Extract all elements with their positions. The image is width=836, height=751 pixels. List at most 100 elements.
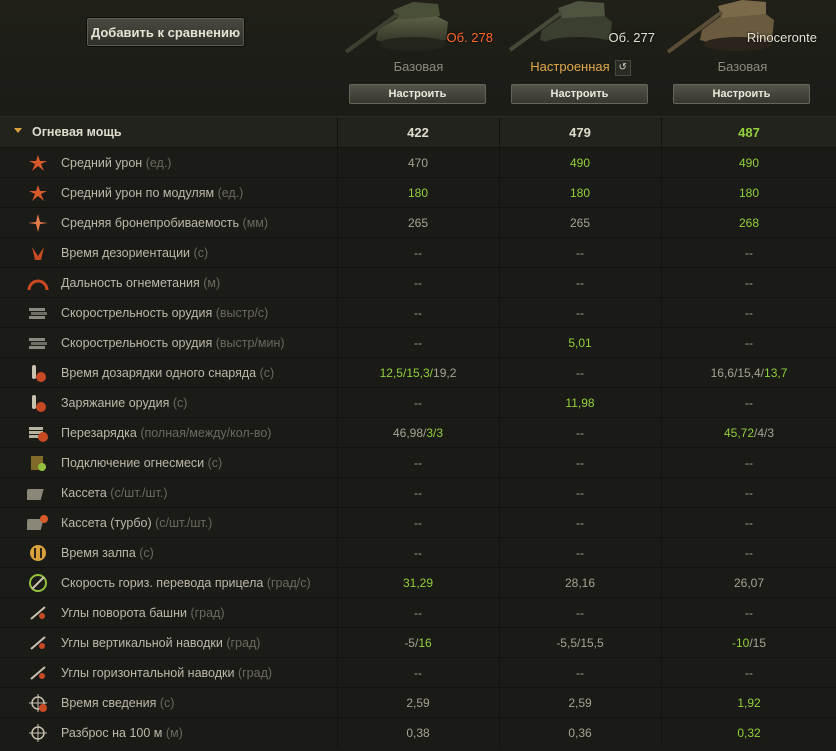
- tune-button[interactable]: Настроить: [349, 84, 486, 104]
- row-label: Скорострельность орудия (выстр/с): [61, 306, 268, 320]
- row-label-text: Разброс на 100 м: [61, 725, 163, 740]
- row-label-text: Заряжание орудия: [61, 395, 170, 410]
- tank-column-2: Об. 277 Настроенная ↺ Настроить: [500, 0, 661, 116]
- row-unit: (выстр/с): [215, 305, 269, 320]
- aim-time-icon: [25, 693, 51, 713]
- row-value: 46,98/3/3: [337, 418, 498, 447]
- row-value: 490: [661, 148, 836, 177]
- row-value: 265: [499, 208, 660, 237]
- section-value: 487: [661, 117, 836, 147]
- row-value: --: [337, 508, 498, 537]
- table-row: Углы поворота башни (град) -- -- --: [0, 597, 836, 627]
- tank-config: Базовая: [393, 59, 444, 74]
- row-label: Средняя бронепробиваемость (мм): [61, 216, 268, 230]
- tune-button[interactable]: Настроить: [511, 84, 648, 104]
- row-value: 12,5/15,3/19,2: [337, 358, 498, 387]
- row-label: Углы вертикальной наводки (град): [61, 636, 260, 650]
- tank-config: Настроенная ↺: [500, 59, 661, 76]
- table-row: Время сведения (с) 2,59 2,59 1,92: [0, 687, 836, 717]
- row-label-cell: Дальность огнеметания (м): [0, 268, 337, 297]
- row-value: --: [661, 538, 836, 567]
- row-value: --: [499, 538, 660, 567]
- row-unit: (град/с): [266, 575, 311, 590]
- row-label: Средний урон по модулям (ед.): [61, 186, 243, 200]
- row-value: --: [661, 298, 836, 327]
- row-unit: (с): [259, 365, 275, 380]
- row-label-cell: Кассета (с/шт./шт.): [0, 478, 337, 507]
- row-label: Заряжание орудия (с): [61, 396, 187, 410]
- row-label: Время дезориентации (с): [61, 246, 208, 260]
- row-value: 2,59: [499, 688, 660, 717]
- row-value: --: [499, 268, 660, 297]
- section-title: Огневая мощь: [32, 125, 122, 139]
- tank-config: Базовая: [717, 59, 768, 74]
- table-row: Углы горизонтальной наводки (град) -- -- -…: [0, 657, 836, 687]
- section-firepower[interactable]: Огневая мощь 422 479 487: [0, 116, 836, 147]
- value-segment: 3/3: [426, 425, 444, 440]
- row-value: 28,16: [499, 568, 660, 597]
- damage-icon: [25, 153, 51, 173]
- row-value: 2,59: [337, 688, 498, 717]
- row-unit: (мм): [242, 215, 269, 230]
- row-unit: (полная/между/кол-во): [140, 425, 272, 440]
- comparison-table: Огневая мощь 422 479 487 Средний урон (е…: [0, 116, 836, 747]
- row-value: --: [499, 298, 660, 327]
- row-value: --: [337, 388, 498, 417]
- table-row: Скорость гориз. перевода прицела (град/с…: [0, 567, 836, 597]
- row-label: Углы горизонтальной наводки (град): [61, 666, 272, 680]
- row-value: --: [337, 238, 498, 267]
- value-segment: -5/: [404, 635, 419, 650]
- row-value: --: [661, 448, 836, 477]
- row-value: --: [661, 598, 836, 627]
- add-to-comparison-button[interactable]: Добавить к сравнению: [87, 18, 244, 46]
- row-value: --: [337, 328, 498, 357]
- table-row: Время дозарядки одного снаряда (с) 12,5/…: [0, 357, 836, 387]
- row-label: Кассета (турбо) (с/шт./шт.): [61, 516, 212, 530]
- row-label-text: Время сведения: [61, 695, 157, 710]
- row-label-cell: Перезарядка (полная/между/кол-во): [0, 418, 337, 447]
- table-row: Заряжание орудия (с) -- 11,98 --: [0, 387, 836, 417]
- value-segment: /15: [749, 635, 767, 650]
- row-value: 0,36: [499, 718, 660, 747]
- row-unit: (с): [159, 695, 175, 710]
- row-value: --: [661, 508, 836, 537]
- comparison-header: Добавить к сравнению Об. 278 Базовая Нас…: [0, 0, 836, 116]
- row-label-cell: Скорость гориз. перевода прицела (град/с…: [0, 568, 337, 597]
- elevation-icon: [25, 633, 51, 653]
- row-value: 16,6/15,4/13,7: [661, 358, 836, 387]
- row-label: Скорострельность орудия (выстр/мин): [61, 336, 285, 350]
- row-label-cell: Средний урон (ед.): [0, 148, 337, 177]
- chevron-down-icon[interactable]: [14, 128, 22, 133]
- row-unit: (град): [190, 605, 225, 620]
- tune-button[interactable]: Настроить: [673, 84, 810, 104]
- row-label-cell: Время залпа (с): [0, 538, 337, 567]
- row-value: 1,92: [661, 688, 836, 717]
- row-label: Разброс на 100 м (м): [61, 726, 183, 740]
- row-label-cell: Время сведения (с): [0, 688, 337, 717]
- row-label-text: Скорострельность орудия: [61, 335, 213, 350]
- row-label: Кассета (с/шт./шт.): [61, 486, 168, 500]
- row-value: --: [661, 478, 836, 507]
- row-value: --: [661, 328, 836, 357]
- loading-icon: [25, 393, 51, 413]
- row-value: --: [661, 658, 836, 687]
- table-row: Скорострельность орудия (выстр/с) -- -- --: [0, 297, 836, 327]
- row-value: 31,29: [337, 568, 498, 597]
- row-value: --: [499, 478, 660, 507]
- reset-config-icon[interactable]: ↺: [614, 59, 631, 76]
- value-segment: 12,5/15,3/: [379, 365, 434, 380]
- row-unit: (с): [207, 455, 223, 470]
- value-segment: 19,2: [433, 365, 457, 380]
- row-label-text: Время дозарядки одного снаряда: [61, 365, 257, 380]
- row-unit: (с/шт./шт.): [110, 485, 168, 500]
- row-value: 180: [661, 178, 836, 207]
- row-label-text: Перезарядка: [61, 425, 137, 440]
- magazine-turbo-icon: [25, 513, 51, 533]
- row-label-text: Углы поворота башни: [61, 605, 187, 620]
- row-label-text: Средняя бронепробиваемость: [61, 215, 240, 230]
- module-damage-icon: [25, 183, 51, 203]
- table-row: Разброс на 100 м (м) 0,38 0,36 0,32: [0, 717, 836, 747]
- row-unit: (с): [172, 395, 188, 410]
- value-segment: 16: [418, 635, 432, 650]
- row-label-cell: Заряжание орудия (с): [0, 388, 337, 417]
